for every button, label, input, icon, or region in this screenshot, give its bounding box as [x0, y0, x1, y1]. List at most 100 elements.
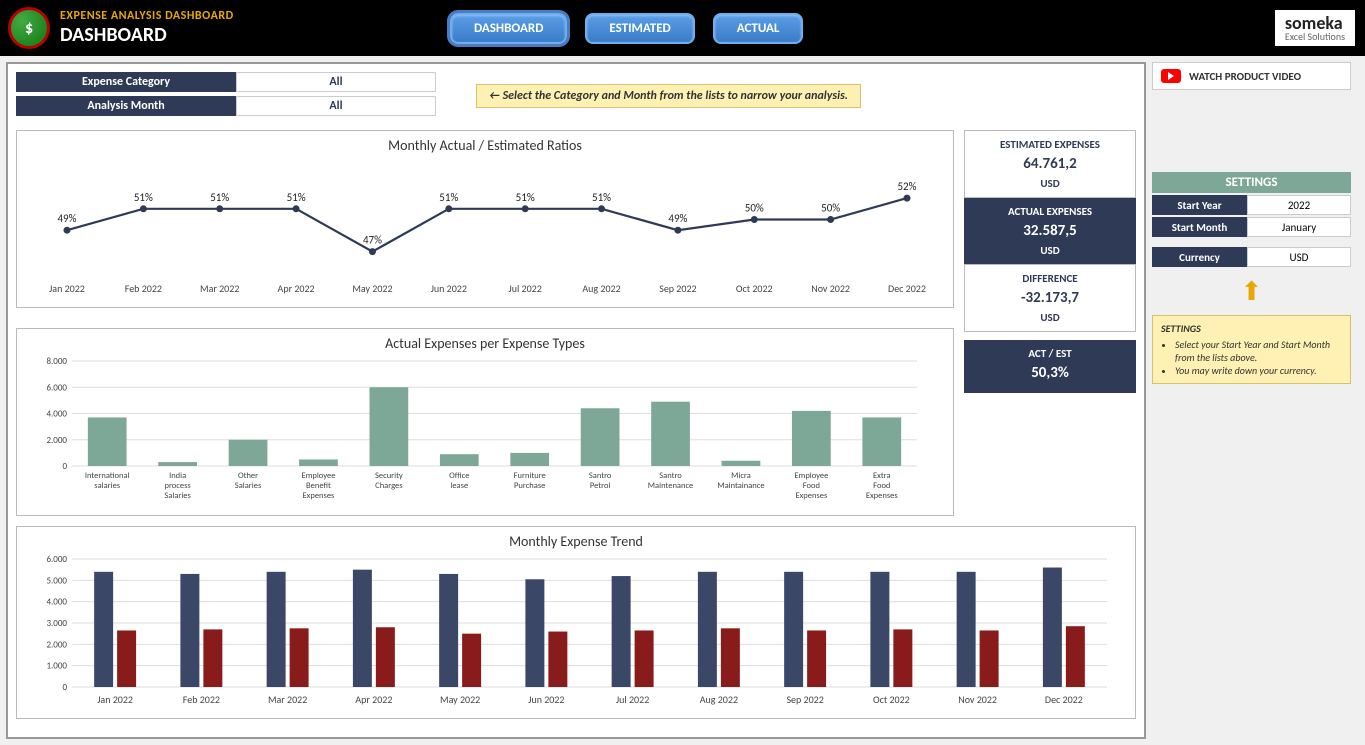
svg-text:Maintenance: Maintenance	[648, 481, 694, 491]
svg-text:Security: Security	[375, 471, 403, 481]
nav: DASHBOARD ESTIMATED ACTUAL	[450, 13, 803, 44]
nav-actual[interactable]: ACTUAL	[713, 13, 804, 44]
chart-trend: Monthly Expense Trend 0 1.000 2.000 3.000 4.…	[16, 526, 1136, 719]
svg-text:Charges: Charges	[375, 481, 403, 491]
svg-text:Employee: Employee	[301, 471, 335, 481]
svg-text:Expenses: Expenses	[795, 491, 828, 501]
title-block: EXPENSE ANALYSIS DASHBOARD DASHBOARD	[60, 9, 234, 47]
nav-estimated[interactable]: ESTIMATED	[585, 13, 694, 44]
svg-text:52%: 52%	[897, 180, 916, 193]
svg-text:Purchase: Purchase	[514, 481, 545, 491]
svg-text:6.000: 6.000	[46, 382, 67, 393]
svg-text:Feb 2022: Feb 2022	[125, 282, 162, 295]
svg-text:51%: 51%	[516, 191, 535, 204]
brand-logo: someka Excel Solutions	[1275, 10, 1355, 46]
svg-text:50%: 50%	[745, 202, 764, 215]
svg-text:salaries: salaries	[94, 481, 121, 491]
settings-header: SETTINGS	[1152, 172, 1351, 193]
chart-trend-title: Monthly Expense Trend	[27, 533, 1125, 550]
header: $ EXPENSE ANALYSIS DASHBOARD DASHBOARD D…	[0, 0, 1365, 56]
setting-currency-input[interactable]: USD	[1247, 247, 1351, 267]
svg-text:Aug 2022: Aug 2022	[582, 282, 620, 295]
svg-text:4.000: 4.000	[46, 409, 67, 420]
supertitle: EXPENSE ANALYSIS DASHBOARD	[60, 9, 234, 23]
svg-text:Santro: Santro	[589, 471, 612, 481]
arrow-up-icon: ⬆	[1152, 275, 1351, 307]
svg-text:Other: Other	[238, 471, 258, 481]
kpi-column: ESTIMATED EXPENSES 64.761,2 USD ACTUAL E…	[964, 130, 1136, 526]
svg-text:0: 0	[62, 682, 67, 693]
chart-ratio-title: Monthly Actual / Estimated Ratios	[27, 137, 943, 154]
svg-text:Mar 2022: Mar 2022	[200, 282, 239, 295]
svg-text:6.000: 6.000	[46, 554, 67, 565]
settings-help: SETTINGS Select your Start Year and Star…	[1152, 315, 1351, 384]
svg-text:Dec 2022: Dec 2022	[888, 282, 926, 295]
logo-icon: $	[8, 7, 50, 49]
svg-text:Jul 2022: Jul 2022	[509, 282, 542, 295]
sidebar: WATCH PRODUCT VIDEO SETTINGS Start Year2…	[1152, 56, 1357, 745]
svg-text:International: International	[85, 471, 130, 481]
dashboard-panel: Expense Category All Analysis Month All …	[6, 62, 1146, 739]
setting-year-label: Start Year	[1152, 195, 1247, 215]
svg-text:2.000: 2.000	[46, 639, 67, 650]
svg-text:Jan 2022: Jan 2022	[49, 282, 85, 295]
setting-year-select[interactable]: 2022	[1247, 195, 1351, 215]
svg-text:49%: 49%	[57, 212, 76, 225]
svg-text:5.000: 5.000	[46, 575, 67, 586]
svg-text:Salaries: Salaries	[164, 491, 191, 501]
nav-dashboard[interactable]: DASHBOARD	[450, 13, 567, 44]
svg-text:51%: 51%	[287, 191, 306, 204]
filter-month-label: Analysis Month	[16, 96, 236, 116]
svg-text:Micra: Micra	[731, 471, 751, 481]
svg-text:May 2022: May 2022	[352, 282, 392, 295]
setting-currency-label: Currency	[1152, 247, 1247, 267]
chart-ratio: Monthly Actual / Estimated Ratios 49% 51%…	[16, 130, 954, 308]
svg-text:lease: lease	[450, 481, 468, 491]
svg-text:47%: 47%	[363, 234, 382, 247]
page-title: DASHBOARD	[60, 23, 234, 47]
svg-text:Santro: Santro	[659, 471, 682, 481]
svg-text:49%: 49%	[668, 212, 687, 225]
svg-text:51%: 51%	[210, 191, 229, 204]
chart-trend-svg: 01.0002.0003.0004.0005.0006.000Jan 2022F…	[27, 554, 1117, 709]
svg-text:Petrol: Petrol	[590, 481, 611, 491]
svg-text:Food: Food	[803, 481, 820, 491]
svg-text:1.000: 1.000	[46, 661, 67, 672]
filter-month-select[interactable]: All	[236, 96, 436, 116]
svg-text:Salaries: Salaries	[235, 481, 262, 491]
kpi-ratio: ACT / EST 50,3%	[964, 340, 1136, 393]
svg-text:Sep 2022: Sep 2022	[659, 282, 696, 295]
svg-text:51%: 51%	[592, 191, 611, 204]
svg-text:Maintainance: Maintainance	[717, 481, 764, 491]
svg-text:Food: Food	[873, 481, 890, 491]
svg-text:4.000: 4.000	[46, 597, 67, 608]
kpi-estimated: ESTIMATED EXPENSES 64.761,2 USD	[964, 130, 1136, 198]
filter-category-select[interactable]: All	[236, 72, 436, 92]
svg-text:Office: Office	[449, 471, 469, 481]
svg-text:India: India	[169, 471, 186, 481]
svg-text:51%: 51%	[134, 191, 153, 204]
svg-text:8.000: 8.000	[46, 356, 67, 367]
filter-hint: ← Select the Category and Month from the…	[476, 84, 861, 108]
svg-text:3.000: 3.000	[46, 618, 67, 629]
svg-text:Nov 2022: Nov 2022	[811, 282, 850, 295]
svg-text:0: 0	[62, 461, 67, 472]
svg-text:Expenses: Expenses	[866, 491, 899, 501]
svg-text:Employee: Employee	[794, 471, 828, 481]
svg-text:2.000: 2.000	[46, 435, 67, 446]
chart-ratio-svg: 49%51%51%51%47%51%51%51%49%50%50%52%Jan …	[27, 158, 927, 298]
svg-text:Furniture: Furniture	[514, 471, 546, 481]
chart-types-svg: 0 2.000 4.000 6.000 8.000 Internationalsalari…	[27, 356, 927, 506]
watch-video-button[interactable]: WATCH PRODUCT VIDEO	[1152, 62, 1351, 90]
chart-types-title: Actual Expenses per Expense Types	[27, 335, 943, 352]
kpi-difference: DIFFERENCE -32.173,7 USD	[964, 264, 1136, 332]
kpi-actual: ACTUAL EXPENSES 32.587,5 USD	[964, 198, 1136, 264]
svg-text:50%: 50%	[821, 202, 840, 215]
chart-types: Actual Expenses per Expense Types 0 2.000…	[16, 328, 954, 516]
filters: Expense Category All Analysis Month All …	[16, 72, 1136, 120]
youtube-icon	[1161, 69, 1181, 83]
svg-text:Apr 2022: Apr 2022	[278, 282, 315, 295]
setting-month-select[interactable]: January	[1247, 217, 1351, 237]
svg-text:Expenses: Expenses	[303, 491, 336, 501]
filter-category-label: Expense Category	[16, 72, 236, 92]
